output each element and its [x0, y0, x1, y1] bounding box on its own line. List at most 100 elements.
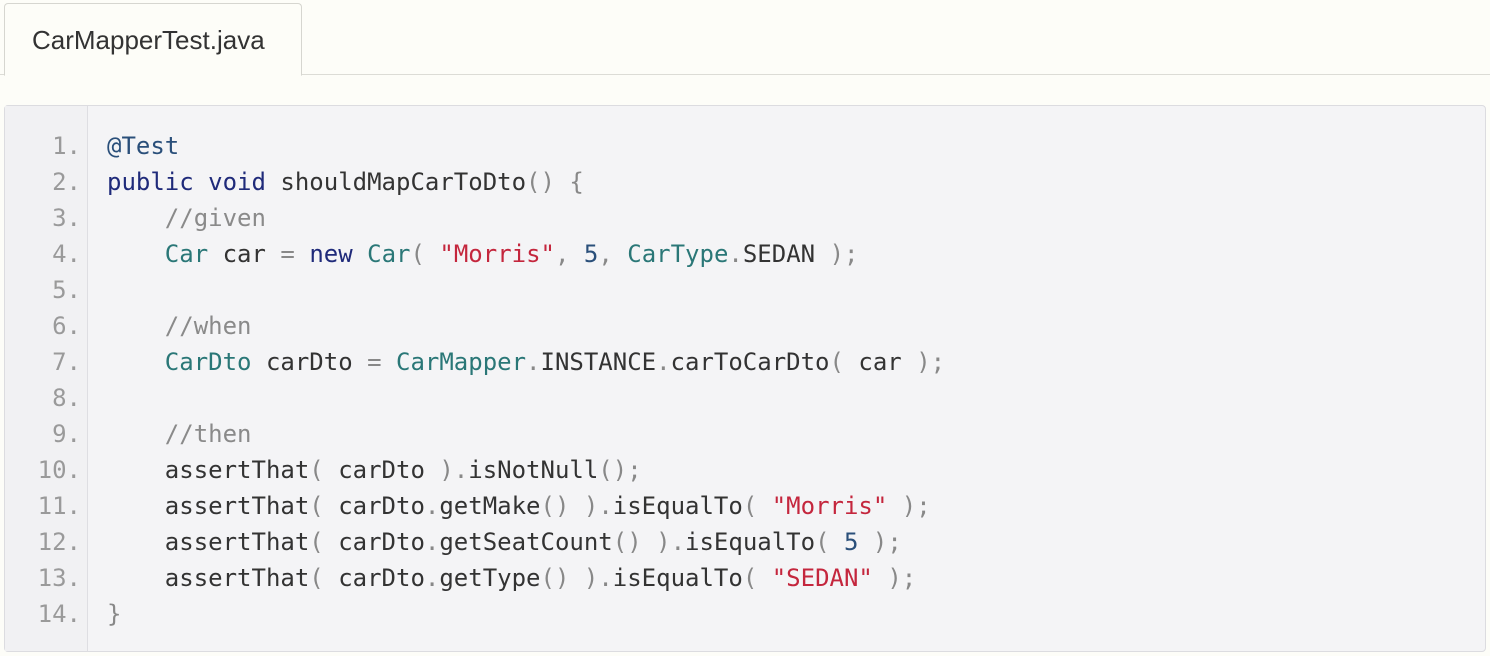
code-token: "Morris": [439, 240, 555, 268]
line-number: 9.: [52, 420, 81, 448]
page: CarMapperTest.java 1. @Test 2. public void …: [0, 0, 1490, 656]
code-block: 1. @Test 2. public void shouldMapCarToDto()…: [4, 105, 1486, 652]
code-line: 10. assertThat( carDto ).isNotNull();: [5, 452, 1485, 488]
code-token: ): [583, 492, 599, 520]
code-token: ,: [554, 240, 570, 268]
code-token: Car: [164, 240, 209, 268]
code-line: 6. //when: [5, 308, 1485, 344]
code-token: assertThat: [107, 528, 310, 556]
code-token: ,: [598, 240, 613, 268]
code-token: //when: [107, 312, 252, 340]
code-text: assertThat( carDto.getMake() ).isEqualTo…: [107, 488, 931, 524]
line-number: 2.: [52, 168, 81, 196]
code-token: getType: [439, 564, 541, 592]
code-token: public: [107, 168, 194, 196]
code-token: );: [829, 240, 859, 268]
code-token: carDto: [323, 564, 425, 592]
code-token: (: [742, 564, 758, 592]
file-tab-bar: CarMapperTest.java: [0, 0, 1490, 76]
code-token: isEqualTo: [685, 528, 816, 556]
code-token: shouldMapCarToDto: [265, 168, 527, 196]
code-token: //given: [107, 204, 266, 232]
code-text: public void shouldMapCarToDto() {: [107, 164, 584, 200]
code-token: ();: [598, 456, 642, 484]
code-text: //then: [107, 416, 252, 452]
code-line: 14.}: [5, 596, 1485, 632]
code-token: .: [670, 528, 686, 556]
code-token: .: [728, 240, 743, 268]
code-token: CarMapper: [396, 348, 527, 376]
code-token: Car: [367, 240, 411, 268]
line-number: 11.: [37, 492, 81, 520]
code-token: //then: [107, 420, 252, 448]
code-token: INSTANCE: [540, 348, 657, 376]
code-line: 12. assertThat( carDto.getSeatCount() ).…: [5, 524, 1485, 560]
line-number: 5.: [52, 276, 81, 304]
code-token: 5: [843, 528, 859, 556]
code-line: 2. public void shouldMapCarToDto() {: [5, 164, 1485, 200]
line-number: 1.: [52, 132, 81, 160]
code-token: (: [309, 528, 324, 556]
code-token: ): [656, 528, 671, 556]
code-token: );: [901, 492, 931, 520]
code-text: Car car = new Car( "Morris", 5, CarType.…: [107, 236, 859, 272]
code-text: @Test: [107, 128, 179, 164]
code-token: .: [656, 348, 671, 376]
code-token: carDto: [251, 348, 368, 376]
code-token: carDto: [323, 492, 425, 520]
code-token: getMake: [439, 492, 541, 520]
code-token: .: [424, 528, 440, 556]
code-token: );: [887, 564, 917, 592]
line-number: 12.: [37, 528, 81, 556]
code-token: =: [280, 240, 295, 268]
code-token: (): [526, 168, 555, 196]
code-token: void: [208, 168, 266, 196]
tab-carmappertest-java[interactable]: CarMapperTest.java: [4, 3, 302, 76]
code-text: //when: [107, 308, 252, 344]
code-token: car: [208, 240, 281, 268]
code-token: carToCarDto: [670, 348, 830, 376]
code-token: isNotNull: [468, 456, 599, 484]
code-text: //given: [107, 200, 266, 236]
code-text: assertThat( carDto.getType() ).isEqualTo…: [107, 560, 916, 596]
line-number: 3.: [52, 204, 81, 232]
code-token: (): [612, 528, 642, 556]
code-token: SEDAN: [742, 240, 830, 268]
line-number: 6.: [52, 312, 81, 340]
code-token: 5: [583, 240, 599, 268]
code-token: (: [742, 492, 758, 520]
code-token: );: [916, 348, 946, 376]
code-token: isEqualTo: [612, 564, 743, 592]
code-token: (: [815, 528, 830, 556]
code-token: CarType: [627, 240, 729, 268]
code-token: =: [367, 348, 382, 376]
code-token: ): [439, 456, 454, 484]
code-text: assertThat( carDto.getSeatCount() ).isEq…: [107, 524, 902, 560]
code-token: new: [309, 240, 353, 268]
code-token: getSeatCount: [439, 528, 613, 556]
code-token: car: [843, 348, 917, 376]
code-token: .: [424, 492, 440, 520]
code-token: (): [540, 492, 570, 520]
code-text: CarDto carDto = CarMapper.INSTANCE.carTo…: [107, 344, 945, 380]
code-token: "SEDAN": [771, 564, 873, 592]
code-token: assertThat: [107, 564, 310, 592]
code-line: 7. CarDto carDto = CarMapper.INSTANCE.ca…: [5, 344, 1485, 380]
code-token: carDto: [323, 528, 425, 556]
code-token: ): [583, 564, 599, 592]
code-token: .: [598, 492, 613, 520]
code-line: 8.: [5, 380, 1485, 416]
line-number: 8.: [52, 384, 81, 412]
